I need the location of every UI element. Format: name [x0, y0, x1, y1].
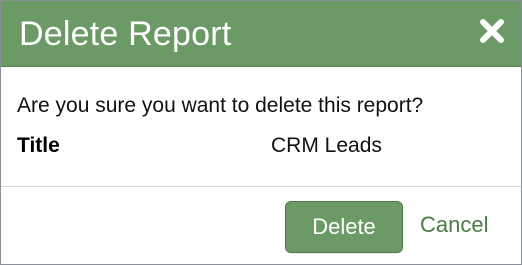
- dialog-title: Delete Report: [19, 15, 232, 53]
- dialog-header: Delete Report: [1, 1, 521, 67]
- close-icon[interactable]: [478, 17, 506, 45]
- delete-report-dialog: Delete Report Are you sure you want to d…: [0, 0, 522, 265]
- detail-value: CRM Leads: [271, 134, 382, 157]
- cancel-link[interactable]: Cancel: [420, 213, 488, 237]
- detail-label: Title: [17, 134, 60, 157]
- delete-button[interactable]: Delete: [285, 201, 403, 253]
- confirmation-message: Are you sure you want to delete this rep…: [17, 94, 424, 117]
- dialog-divider: [1, 186, 521, 187]
- dialog-body: Are you sure you want to delete this rep…: [1, 67, 521, 183]
